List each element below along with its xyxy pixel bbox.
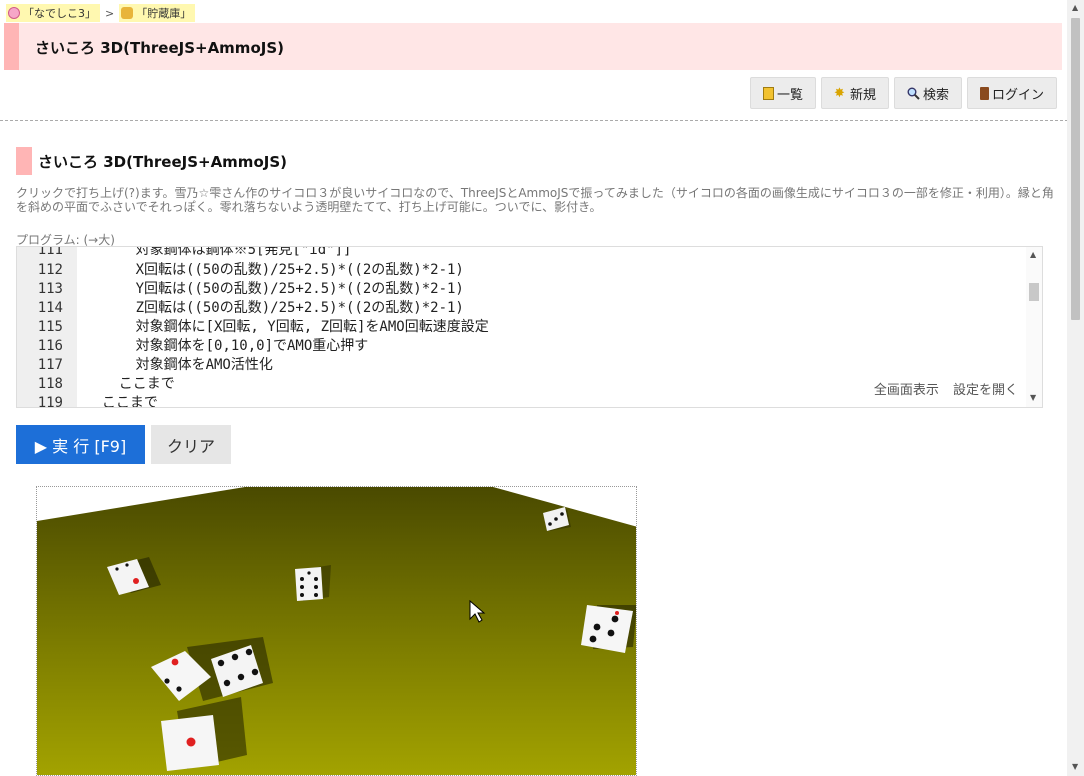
line-number: 114 <box>37 300 63 316</box>
code-text[interactable]: 対象鋼体に[X回転, Y回転, Z回転]をAMO回転速度設定 <box>85 318 489 337</box>
search-button[interactable]: 検索 <box>893 77 962 109</box>
die[interactable] <box>161 715 219 771</box>
breadcrumb: 「なでしこ3」 > 「貯蔵庫」 <box>6 4 196 22</box>
section-accent <box>16 147 32 175</box>
scroll-down-icon[interactable]: ▼ <box>1030 393 1036 402</box>
dice-scene[interactable] <box>37 487 637 776</box>
page-scrollbar[interactable]: ▲ ▼ <box>1067 0 1084 776</box>
run-button[interactable]: ▶ 実 行 [F9] <box>16 425 145 464</box>
login-button[interactable]: ログイン <box>966 77 1057 109</box>
breadcrumb-item-storage[interactable]: 「貯蔵庫」 <box>119 4 196 22</box>
jar-icon <box>121 7 134 19</box>
description: クリックで打ち上げ(?)ます。雪乃☆雫さん作のサイコロ３が良いサイコロなので、T… <box>16 186 1054 214</box>
list-label: 一覧 <box>776 87 803 103</box>
line-number: 112 <box>37 262 63 278</box>
die[interactable] <box>581 605 637 653</box>
login-label: ログイン <box>991 87 1044 103</box>
top-nav: 一覧 ✸ 新規 検索 ログイン <box>749 77 1057 109</box>
line-number: 119 <box>37 395 63 408</box>
page-header: さいころ 3D(ThreeJS+AmmoJS) <box>4 23 1062 70</box>
fullscreen-link[interactable]: 全画面表示 <box>874 383 939 398</box>
new-label: 新規 <box>849 87 876 103</box>
editor-links: 全画面表示 設定を開く <box>864 379 1018 398</box>
clear-button[interactable]: クリア <box>151 425 231 464</box>
line-number: 118 <box>37 376 63 392</box>
search-label: 検索 <box>922 87 949 103</box>
3d-canvas[interactable] <box>36 486 637 776</box>
code-text[interactable]: X回転は((50の乱数)/25+2.5)*((2の乱数)*2-1) <box>85 261 464 280</box>
new-button[interactable]: ✸ 新規 <box>820 77 889 109</box>
sparkle-icon: ✸ <box>833 85 845 101</box>
line-number: 115 <box>37 319 63 335</box>
door-icon <box>979 86 989 100</box>
breadcrumb-item-nadesiko3[interactable]: 「なでしこ3」 <box>6 4 100 22</box>
header-accent <box>4 23 19 70</box>
section-heading: さいころ 3D(ThreeJS+AmmoJS) <box>16 147 287 175</box>
breadcrumb-label: 「貯蔵庫」 <box>136 7 192 20</box>
code-text[interactable]: 対象鋼体を[0,10,0]でAMO重心押す <box>85 337 369 356</box>
divider <box>0 120 1068 121</box>
page-scroll-thumb[interactable] <box>1071 18 1080 320</box>
notebook-icon <box>762 86 774 100</box>
code-editor[interactable]: 111 対象鋼体は鋼体※5[発見["id"]] 112 X回転は((50の乱数)/… <box>16 246 1043 408</box>
code-text[interactable]: Z回転は((50の乱数)/25+2.5)*((2の乱数)*2-1) <box>85 299 464 318</box>
list-button[interactable]: 一覧 <box>749 77 816 109</box>
section-title: さいころ 3D(ThreeJS+AmmoJS) <box>38 152 287 171</box>
code-text[interactable]: 対象鋼体をAMO活性化 <box>85 356 273 375</box>
code-text[interactable]: ここまで <box>85 375 175 394</box>
page-title: さいころ 3D(ThreeJS+AmmoJS) <box>35 39 284 57</box>
line-number: 111 <box>37 246 63 258</box>
line-number: 116 <box>37 338 63 354</box>
page-scroll-down-icon[interactable]: ▼ <box>1072 762 1078 771</box>
flower-icon <box>8 7 20 19</box>
line-number: 117 <box>37 357 63 373</box>
breadcrumb-separator: > <box>105 6 115 20</box>
scroll-up-icon[interactable]: ▲ <box>1030 250 1036 259</box>
page-scroll-up-icon[interactable]: ▲ <box>1072 3 1078 12</box>
code-text[interactable]: ここまで <box>85 394 158 407</box>
die[interactable] <box>295 565 331 601</box>
editor-scrollbar[interactable]: ▲ ▼ <box>1026 247 1042 407</box>
editor-scroll-thumb[interactable] <box>1029 283 1039 301</box>
search-icon <box>907 87 920 100</box>
code-text[interactable]: Y回転は((50の乱数)/25+2.5)*((2の乱数)*2-1) <box>85 280 464 299</box>
line-number: 113 <box>37 281 63 297</box>
settings-link[interactable]: 設定を開く <box>953 383 1018 398</box>
breadcrumb-label: 「なでしこ3」 <box>23 7 96 20</box>
code-text[interactable]: 対象鋼体は鋼体※5[発見["id"]] <box>85 247 352 260</box>
